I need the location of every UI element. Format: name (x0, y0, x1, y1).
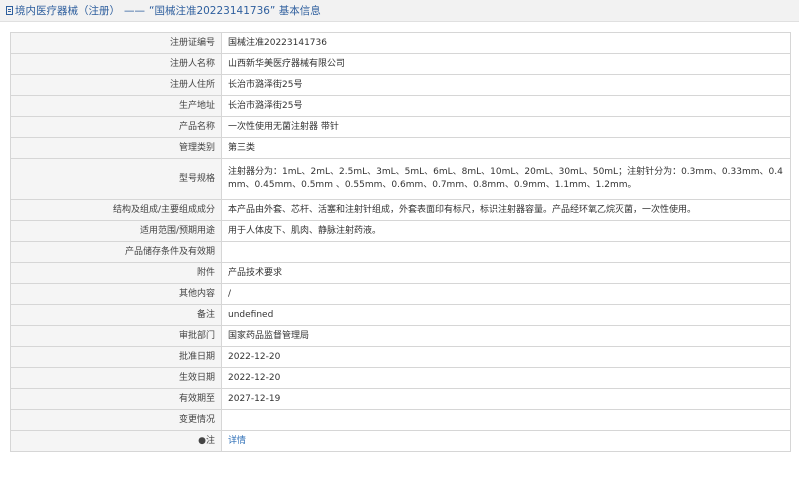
row-label: 产品储存条件及有效期 (10, 241, 222, 263)
row-value: 一次性使用无菌注射器 带针 (221, 116, 791, 138)
row-label: 适用范围/预期用途 (10, 220, 222, 242)
table-row: 批准日期 2022-12-20 (10, 346, 791, 368)
row-label: 产品名称 (10, 116, 222, 138)
row-value (221, 409, 791, 431)
row-label: ●注 (10, 430, 222, 452)
row-label: 附件 (10, 262, 222, 284)
row-value: 产品技术要求 (221, 262, 791, 284)
row-value: 用于人体皮下、肌肉、静脉注射药液。 (221, 220, 791, 242)
row-value: 2022-12-20 (221, 346, 791, 368)
row-value: 详情 (221, 430, 791, 452)
row-value: 国家药品监督管理局 (221, 325, 791, 347)
table-row: 适用范围/预期用途 用于人体皮下、肌肉、静脉注射药液。 (10, 220, 791, 242)
header-title: “国械注准20223141736” 基本信息 (149, 5, 321, 17)
table-row: ●注 详情 (10, 430, 791, 452)
row-label: 型号规格 (10, 158, 222, 200)
row-value: 国械注准20223141736 (221, 32, 791, 54)
row-label: 注册人住所 (10, 74, 222, 96)
table-row: 备注 undefined (10, 304, 791, 326)
row-value: undefined (221, 304, 791, 326)
document-icon (6, 6, 13, 15)
row-value: 长治市潞泽街25号 (221, 95, 791, 117)
table-row: 生产地址 长治市潞泽街25号 (10, 95, 791, 117)
row-label: 变更情况 (10, 409, 222, 431)
row-label: 有效期至 (10, 388, 222, 410)
row-value: 第三类 (221, 137, 791, 159)
row-value: 山西新华美医疗器械有限公司 (221, 53, 791, 75)
row-label: 注册证编号 (10, 32, 222, 54)
table-row: 注册人名称 山西新华美医疗器械有限公司 (10, 53, 791, 75)
table-row: 附件 产品技术要求 (10, 262, 791, 284)
row-label: 结构及组成/主要组成成分 (10, 199, 222, 221)
page-header: 境内医疗器械（注册） —— “国械注准20223141736” 基本信息 (0, 0, 799, 22)
header-separator: —— (124, 4, 145, 17)
table-row: 有效期至 2027-12-19 (10, 388, 791, 410)
row-value: 本产品由外套、芯杆、活塞和注射针组成，外套表面印有标尺，标识注射器容量。产品经环… (221, 199, 791, 221)
row-label: 管理类别 (10, 137, 222, 159)
table-row: 产品储存条件及有效期 (10, 241, 791, 263)
table-row: 审批部门 国家药品监督管理局 (10, 325, 791, 347)
table-row: 变更情况 (10, 409, 791, 431)
row-label: 生效日期 (10, 367, 222, 389)
row-label: 备注 (10, 304, 222, 326)
table-row: 产品名称 一次性使用无菌注射器 带针 (10, 116, 791, 138)
details-link[interactable]: 详情 (228, 436, 246, 446)
row-value: 2022-12-20 (221, 367, 791, 389)
table-row: 生效日期 2022-12-20 (10, 367, 791, 389)
row-label: 批准日期 (10, 346, 222, 368)
table-row: 型号规格 注射器分为：1mL、2mL、2.5mL、3mL、5mL、6mL、8mL… (10, 158, 791, 200)
row-value: / (221, 283, 791, 305)
row-label: 其他内容 (10, 283, 222, 305)
row-value: 2027-12-19 (221, 388, 791, 410)
row-value: 长治市潞泽街25号 (221, 74, 791, 96)
row-label: 生产地址 (10, 95, 222, 117)
table-row: 注册证编号 国械注准20223141736 (10, 32, 791, 54)
table-row: 管理类别 第三类 (10, 137, 791, 159)
table-row: 结构及组成/主要组成成分 本产品由外套、芯杆、活塞和注射针组成，外套表面印有标尺… (10, 199, 791, 221)
header-category: 境内医疗器械（注册） (15, 5, 120, 17)
table-row: 其他内容 / (10, 283, 791, 305)
row-label: 注册人名称 (10, 53, 222, 75)
row-value: 注射器分为：1mL、2mL、2.5mL、3mL、5mL、6mL、8mL、10mL… (221, 158, 791, 200)
row-value (221, 241, 791, 263)
table-row: 注册人住所 长治市潞泽街25号 (10, 74, 791, 96)
registration-info-table: 注册证编号 国械注准20223141736 注册人名称 山西新华美医疗器械有限公… (10, 32, 791, 452)
row-label: 审批部门 (10, 325, 222, 347)
